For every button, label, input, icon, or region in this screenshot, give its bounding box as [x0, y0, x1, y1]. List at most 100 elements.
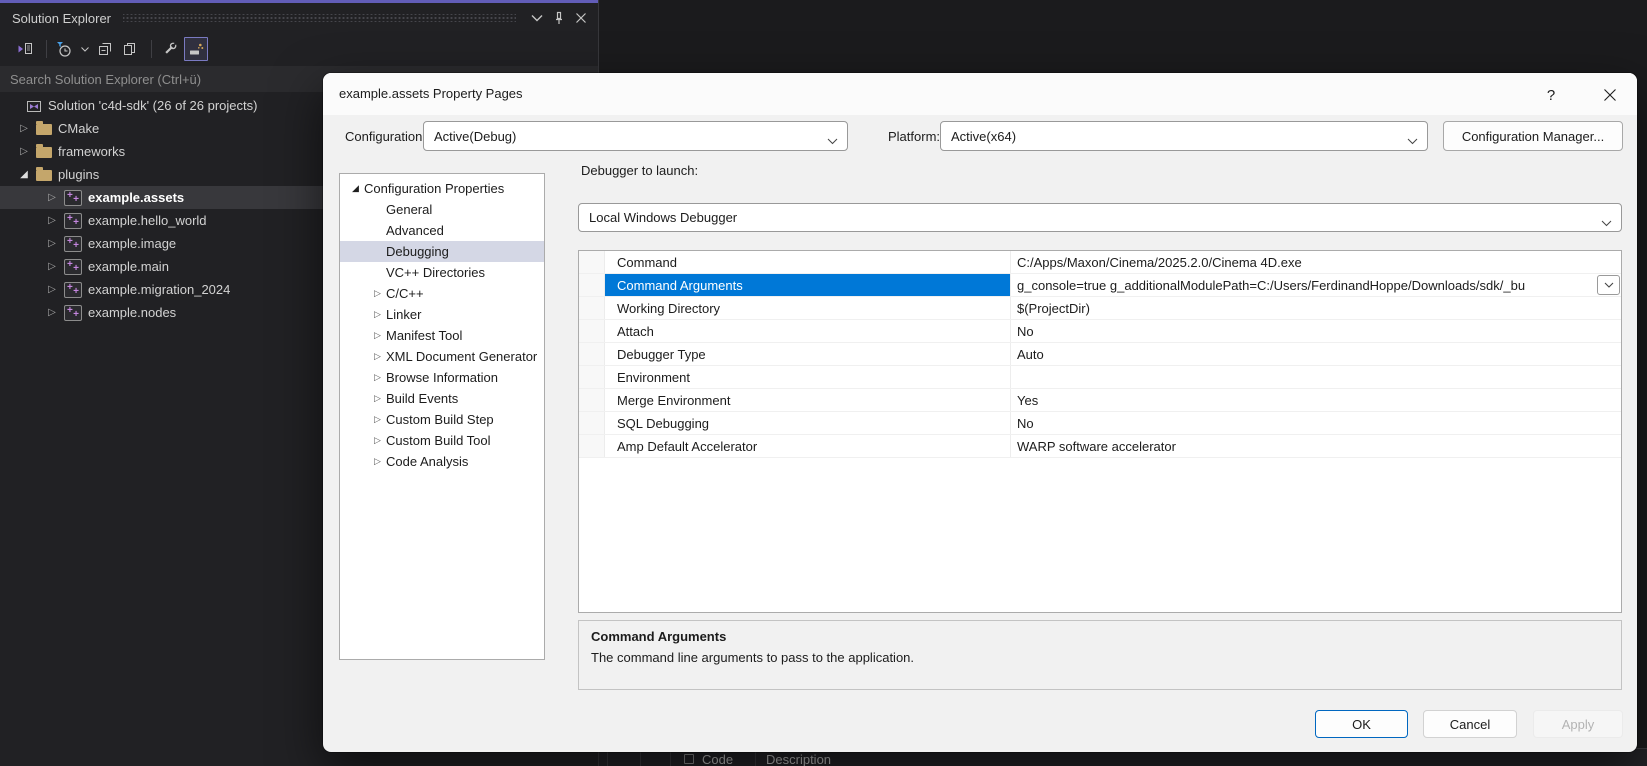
- column-header-description[interactable]: Description: [766, 752, 831, 766]
- property-name[interactable]: Debugger Type: [605, 343, 1010, 365]
- expander-icon[interactable]: ▷: [12, 146, 36, 157]
- column-separator: [640, 750, 641, 766]
- property-row-merge-environment: Merge Environment Yes: [579, 389, 1621, 412]
- expander-icon[interactable]: ▷: [369, 373, 386, 383]
- drag-handle-dots[interactable]: [123, 14, 516, 22]
- category-browse-information[interactable]: ▷ Browse Information: [340, 367, 544, 388]
- screen: Code Description Solution Explorer Searc…: [0, 0, 1647, 766]
- panel-toolbar: [0, 33, 598, 65]
- category-custom-build-step[interactable]: ▷ Custom Build Step: [340, 409, 544, 430]
- expander-icon[interactable]: ◢: [347, 184, 364, 194]
- row-gutter: [579, 435, 605, 457]
- property-name[interactable]: Working Directory: [605, 297, 1010, 319]
- expander-icon[interactable]: ▷: [369, 415, 386, 425]
- dialog-property-tree: ◢ Configuration Properties General Advanced…: [339, 173, 545, 660]
- category-manifest-tool[interactable]: ▷ Manifest Tool: [340, 325, 544, 346]
- property-name[interactable]: SQL Debugging: [605, 412, 1010, 434]
- property-name[interactable]: Attach: [605, 320, 1010, 342]
- property-row-environment: Environment: [579, 366, 1621, 389]
- expander-icon[interactable]: ▷: [40, 284, 64, 295]
- expander-icon[interactable]: ▷: [369, 352, 386, 362]
- sync-with-active-document-icon[interactable]: [14, 38, 36, 60]
- expander-icon[interactable]: ▷: [369, 436, 386, 446]
- configuration-manager-button[interactable]: Configuration Manager...: [1443, 121, 1623, 151]
- category-c-c[interactable]: ▷ C/C++: [340, 283, 544, 304]
- category-debugging[interactable]: Debugging: [340, 241, 544, 262]
- close-panel-icon[interactable]: [572, 9, 590, 27]
- configuration-select[interactable]: Active(Debug): [423, 121, 848, 151]
- cpp-project-icon: + +: [64, 235, 82, 252]
- property-name[interactable]: Amp Default Accelerator: [605, 435, 1010, 457]
- panel-title: Solution Explorer: [12, 10, 111, 26]
- folder-icon: [36, 144, 52, 158]
- property-value-cell[interactable]: C:/Apps/Maxon/Cinema/2025.2.0/Cinema 4D.…: [1010, 251, 1621, 273]
- property-value-cell[interactable]: Yes: [1010, 389, 1621, 411]
- debugger-value: Local Windows Debugger: [589, 210, 738, 225]
- property-value-cell[interactable]: Auto: [1010, 343, 1621, 365]
- property-value-cell[interactable]: WARP software accelerator: [1010, 435, 1621, 457]
- tree-item-label: example.main: [88, 259, 169, 274]
- category-configuration-properties[interactable]: ◢ Configuration Properties: [340, 178, 544, 199]
- close-dialog-button[interactable]: [1595, 82, 1625, 108]
- category-vc-directories[interactable]: VC++ Directories: [340, 262, 544, 283]
- row-gutter: [579, 274, 605, 296]
- description-text: The command line arguments to pass to th…: [591, 650, 915, 665]
- expander-icon[interactable]: ▷: [40, 215, 64, 226]
- row-gutter: [579, 412, 605, 434]
- expander-icon[interactable]: ▷: [40, 192, 64, 203]
- collapse-all-icon[interactable]: [94, 38, 116, 60]
- property-name[interactable]: Merge Environment: [605, 389, 1010, 411]
- expander-icon[interactable]: ▷: [369, 394, 386, 404]
- property-name[interactable]: Command Arguments: [605, 274, 1010, 296]
- category-advanced[interactable]: Advanced: [340, 220, 544, 241]
- expander-icon[interactable]: ▷: [369, 310, 386, 320]
- category-label: Custom Build Tool: [386, 433, 491, 448]
- property-value-cell[interactable]: [1010, 366, 1621, 388]
- expander-icon[interactable]: ▷: [369, 457, 386, 467]
- cpp-project-icon: + +: [64, 212, 82, 229]
- property-value-cell[interactable]: No: [1010, 320, 1621, 342]
- pin-icon[interactable]: [550, 9, 568, 27]
- preview-selected-items-icon[interactable]: [184, 37, 208, 61]
- expander-icon[interactable]: ▷: [40, 238, 64, 249]
- properties-wrench-icon[interactable]: [159, 38, 181, 60]
- help-button[interactable]: ?: [1538, 82, 1564, 108]
- ok-button[interactable]: OK: [1315, 710, 1408, 738]
- category-linker[interactable]: ▷ Linker: [340, 304, 544, 325]
- category-build-events[interactable]: ▷ Build Events: [340, 388, 544, 409]
- timeline-filter-icon[interactable]: [54, 38, 76, 60]
- category-custom-build-tool[interactable]: ▷ Custom Build Tool: [340, 430, 544, 451]
- column-separator: [670, 750, 671, 766]
- window-menu-chevron-icon[interactable]: [528, 9, 546, 27]
- property-value-cell[interactable]: $(ProjectDir): [1010, 297, 1621, 319]
- apply-button-disabled[interactable]: Apply: [1533, 710, 1623, 738]
- property-name[interactable]: Environment: [605, 366, 1010, 388]
- expander-icon[interactable]: ▷: [369, 289, 386, 299]
- filter-dropdown-chevron-icon[interactable]: [79, 38, 91, 60]
- expander-icon[interactable]: ◢: [12, 169, 36, 180]
- column-header-code[interactable]: Code: [702, 752, 733, 766]
- property-row-attach: Attach No: [579, 320, 1621, 343]
- panel-titlebar: Solution Explorer: [0, 3, 598, 33]
- category-xml-document-generator[interactable]: ▷ XML Document Generator: [340, 346, 544, 367]
- property-name[interactable]: Command: [605, 251, 1010, 273]
- category-label: Code Analysis: [386, 454, 469, 469]
- row-gutter: [579, 320, 605, 342]
- tree-item-label: CMake: [58, 121, 100, 136]
- category-code-analysis[interactable]: ▷ Code Analysis: [340, 451, 544, 472]
- value-dropdown-button[interactable]: [1597, 275, 1620, 295]
- show-all-files-icon[interactable]: [119, 38, 141, 60]
- expander-icon[interactable]: ▷: [40, 307, 64, 318]
- search-placeholder: Search Solution Explorer (Ctrl+ü): [10, 71, 202, 87]
- expander-icon[interactable]: ▷: [369, 331, 386, 341]
- cancel-button[interactable]: Cancel: [1423, 710, 1517, 738]
- expander-icon[interactable]: ▷: [12, 123, 36, 134]
- tree-item-label: Solution 'c4d-sdk' (26 of 26 projects): [48, 98, 258, 113]
- category-general[interactable]: General: [340, 199, 544, 220]
- property-row-sql-debugging: SQL Debugging No: [579, 412, 1621, 435]
- expander-icon[interactable]: ▷: [40, 261, 64, 272]
- platform-select[interactable]: Active(x64): [940, 121, 1428, 151]
- debugger-select[interactable]: Local Windows Debugger: [578, 203, 1622, 232]
- property-value-cell[interactable]: g_console=true g_additionalModulePath=C:…: [1010, 274, 1621, 296]
- property-value-cell[interactable]: No: [1010, 412, 1621, 434]
